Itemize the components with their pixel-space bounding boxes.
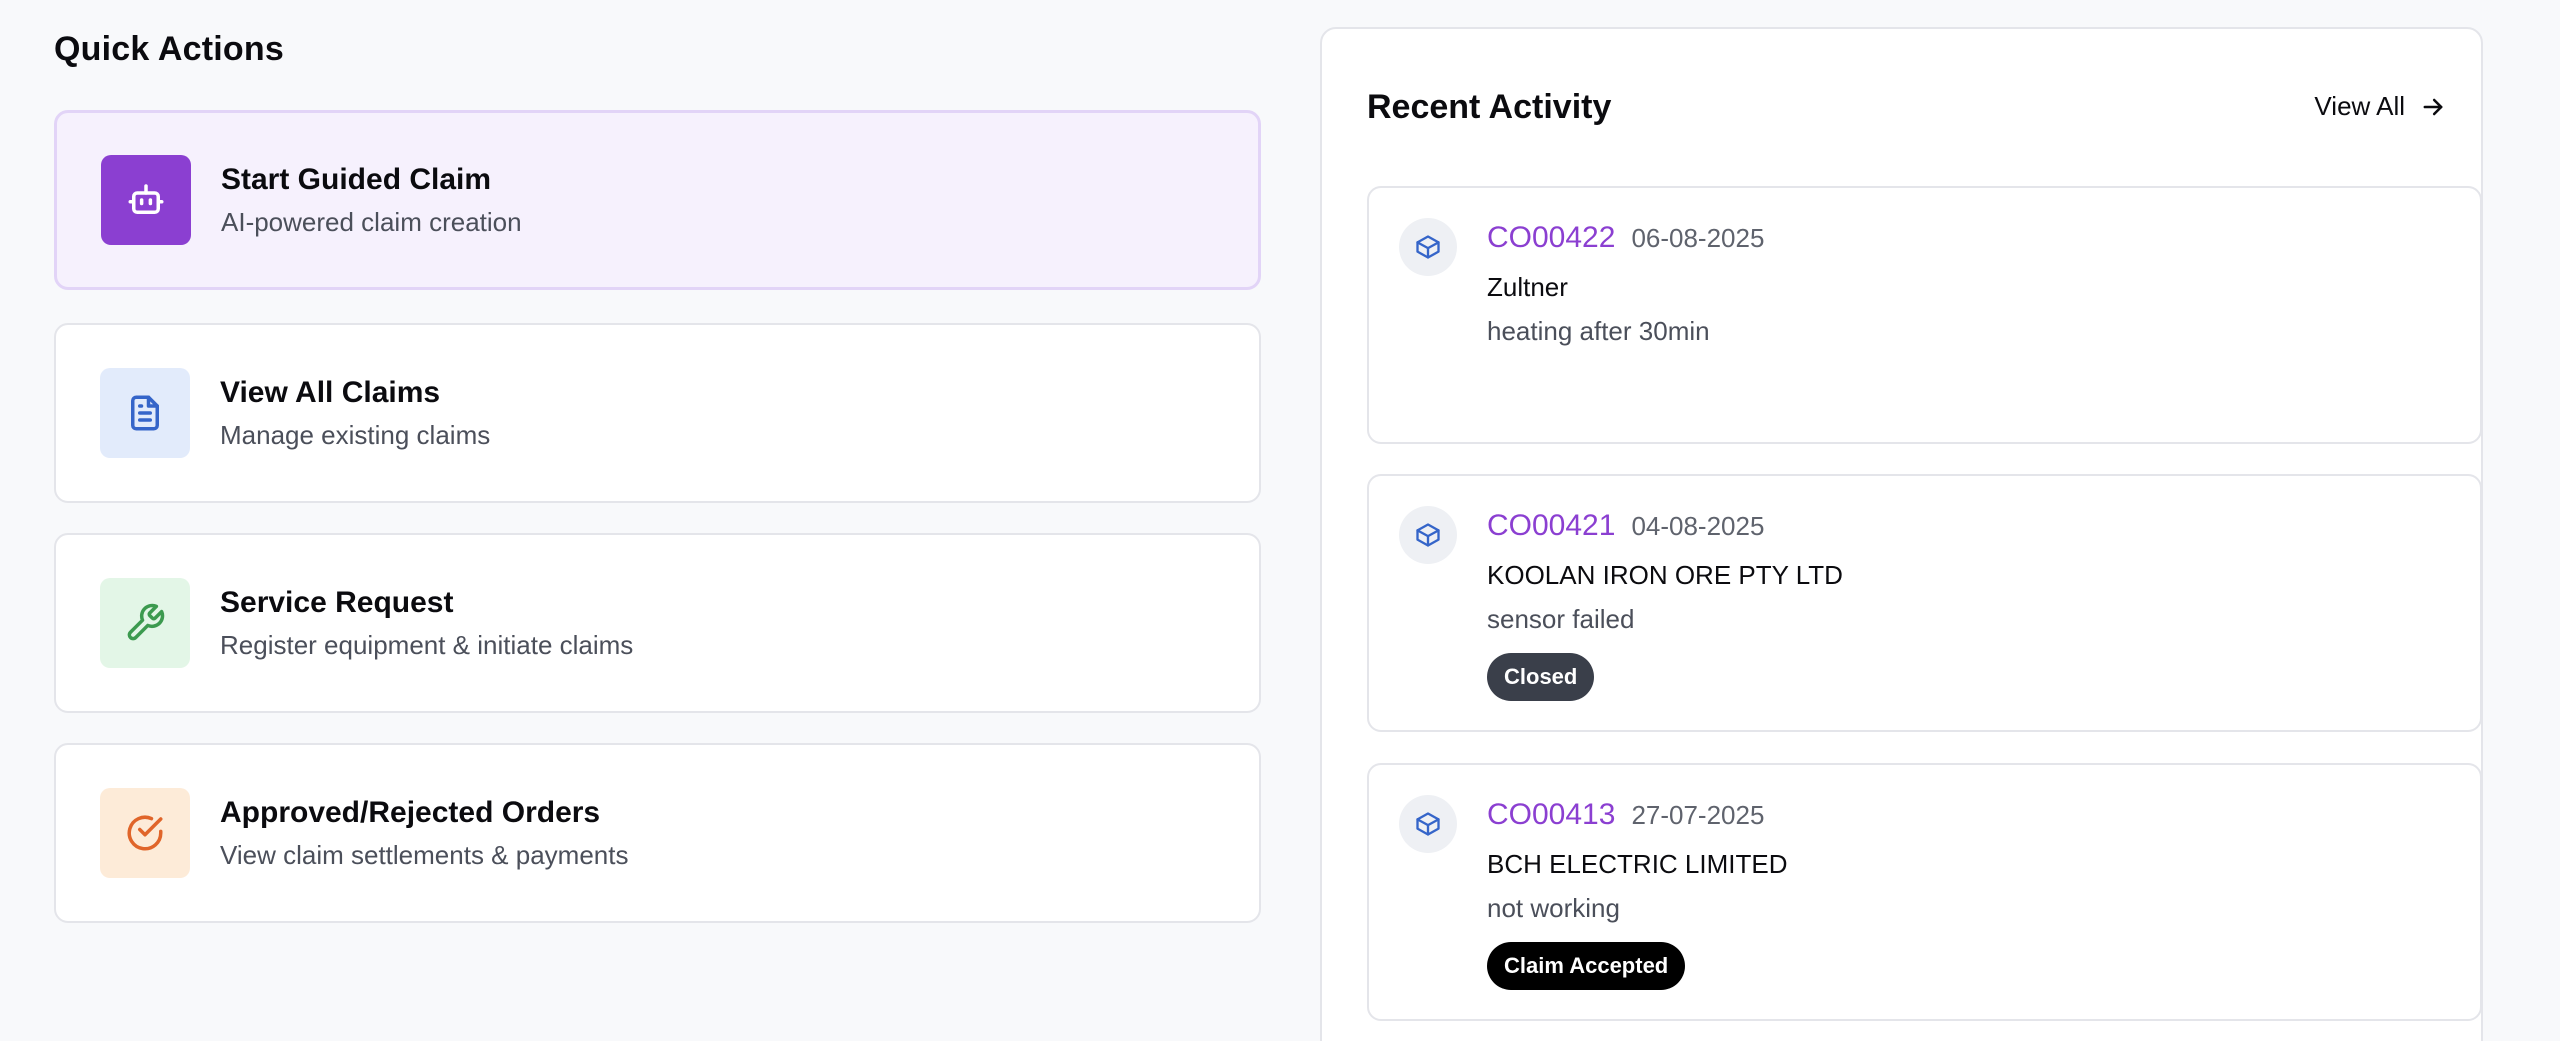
qa-subtitle: View claim settlements & payments — [220, 839, 629, 870]
qa-label: Service Request — [220, 585, 454, 619]
view-all-claims-card[interactable]: View All Claims Manage existing claims — [54, 323, 1261, 503]
recent-activity-panel: Recent Activity View All CO00422 06-08-2… — [1320, 27, 2483, 1041]
approved-rejected-orders-card[interactable]: Approved/Rejected Orders View claim sett… — [54, 743, 1261, 923]
qa-label: Start Guided Claim — [221, 162, 492, 196]
company-name: Zultner — [1487, 272, 1568, 302]
company-name: BCH ELECTRIC LIMITED — [1487, 849, 1788, 879]
check-circle-icon — [100, 788, 190, 878]
dashboard: Quick Actions Start Guided Claim AI-powe… — [0, 0, 2560, 1041]
qa-label: Approved/Rejected Orders — [220, 795, 601, 829]
activity-item[interactable]: CO00413 27-07-2025 BCH ELECTRIC LIMITED … — [1367, 763, 2482, 1021]
claim-id: CO00421 — [1487, 509, 1616, 542]
package-icon — [1399, 218, 1457, 276]
claim-date: 27-07-2025 — [1631, 800, 1765, 830]
claim-description: not working — [1487, 893, 1620, 923]
service-request-card[interactable]: Service Request Register equipment & ini… — [54, 533, 1261, 713]
company-name: KOOLAN IRON ORE PTY LTD — [1487, 560, 1843, 590]
start-guided-claim-card[interactable]: Start Guided Claim AI-powered claim crea… — [54, 110, 1261, 290]
claim-description: sensor failed — [1487, 604, 1635, 634]
robot-icon — [101, 155, 191, 245]
arrow-right-icon — [2423, 98, 2443, 115]
view-all-label: View All — [2314, 91, 2405, 121]
status-badge: Closed — [1487, 653, 1595, 701]
claim-description: heating after 30min — [1487, 316, 1710, 346]
wrench-icon — [100, 578, 190, 668]
qa-subtitle: Manage existing claims — [220, 419, 491, 450]
qa-subtitle: Register equipment & initiate claims — [220, 629, 634, 660]
status-badge: Claim Accepted — [1487, 942, 1686, 990]
claim-id: CO00413 — [1487, 798, 1616, 831]
claim-id: CO00422 — [1487, 221, 1616, 254]
qa-subtitle: AI-powered claim creation — [221, 206, 522, 237]
claim-date: 06-08-2025 — [1631, 223, 1765, 253]
activity-item[interactable]: CO00421 04-08-2025 KOOLAN IRON ORE PTY L… — [1367, 474, 2482, 732]
activity-item[interactable]: CO00422 06-08-2025 Zultner heating after… — [1367, 186, 2482, 444]
recent-activity-title: Recent Activity — [1367, 88, 1612, 126]
document-icon — [100, 368, 190, 458]
package-icon — [1399, 795, 1457, 853]
qa-label: View All Claims — [220, 375, 441, 409]
view-all-button[interactable]: View All — [2302, 85, 2459, 128]
claim-date: 04-08-2025 — [1631, 511, 1765, 541]
quick-actions-title: Quick Actions — [54, 30, 284, 68]
package-icon — [1399, 506, 1457, 564]
